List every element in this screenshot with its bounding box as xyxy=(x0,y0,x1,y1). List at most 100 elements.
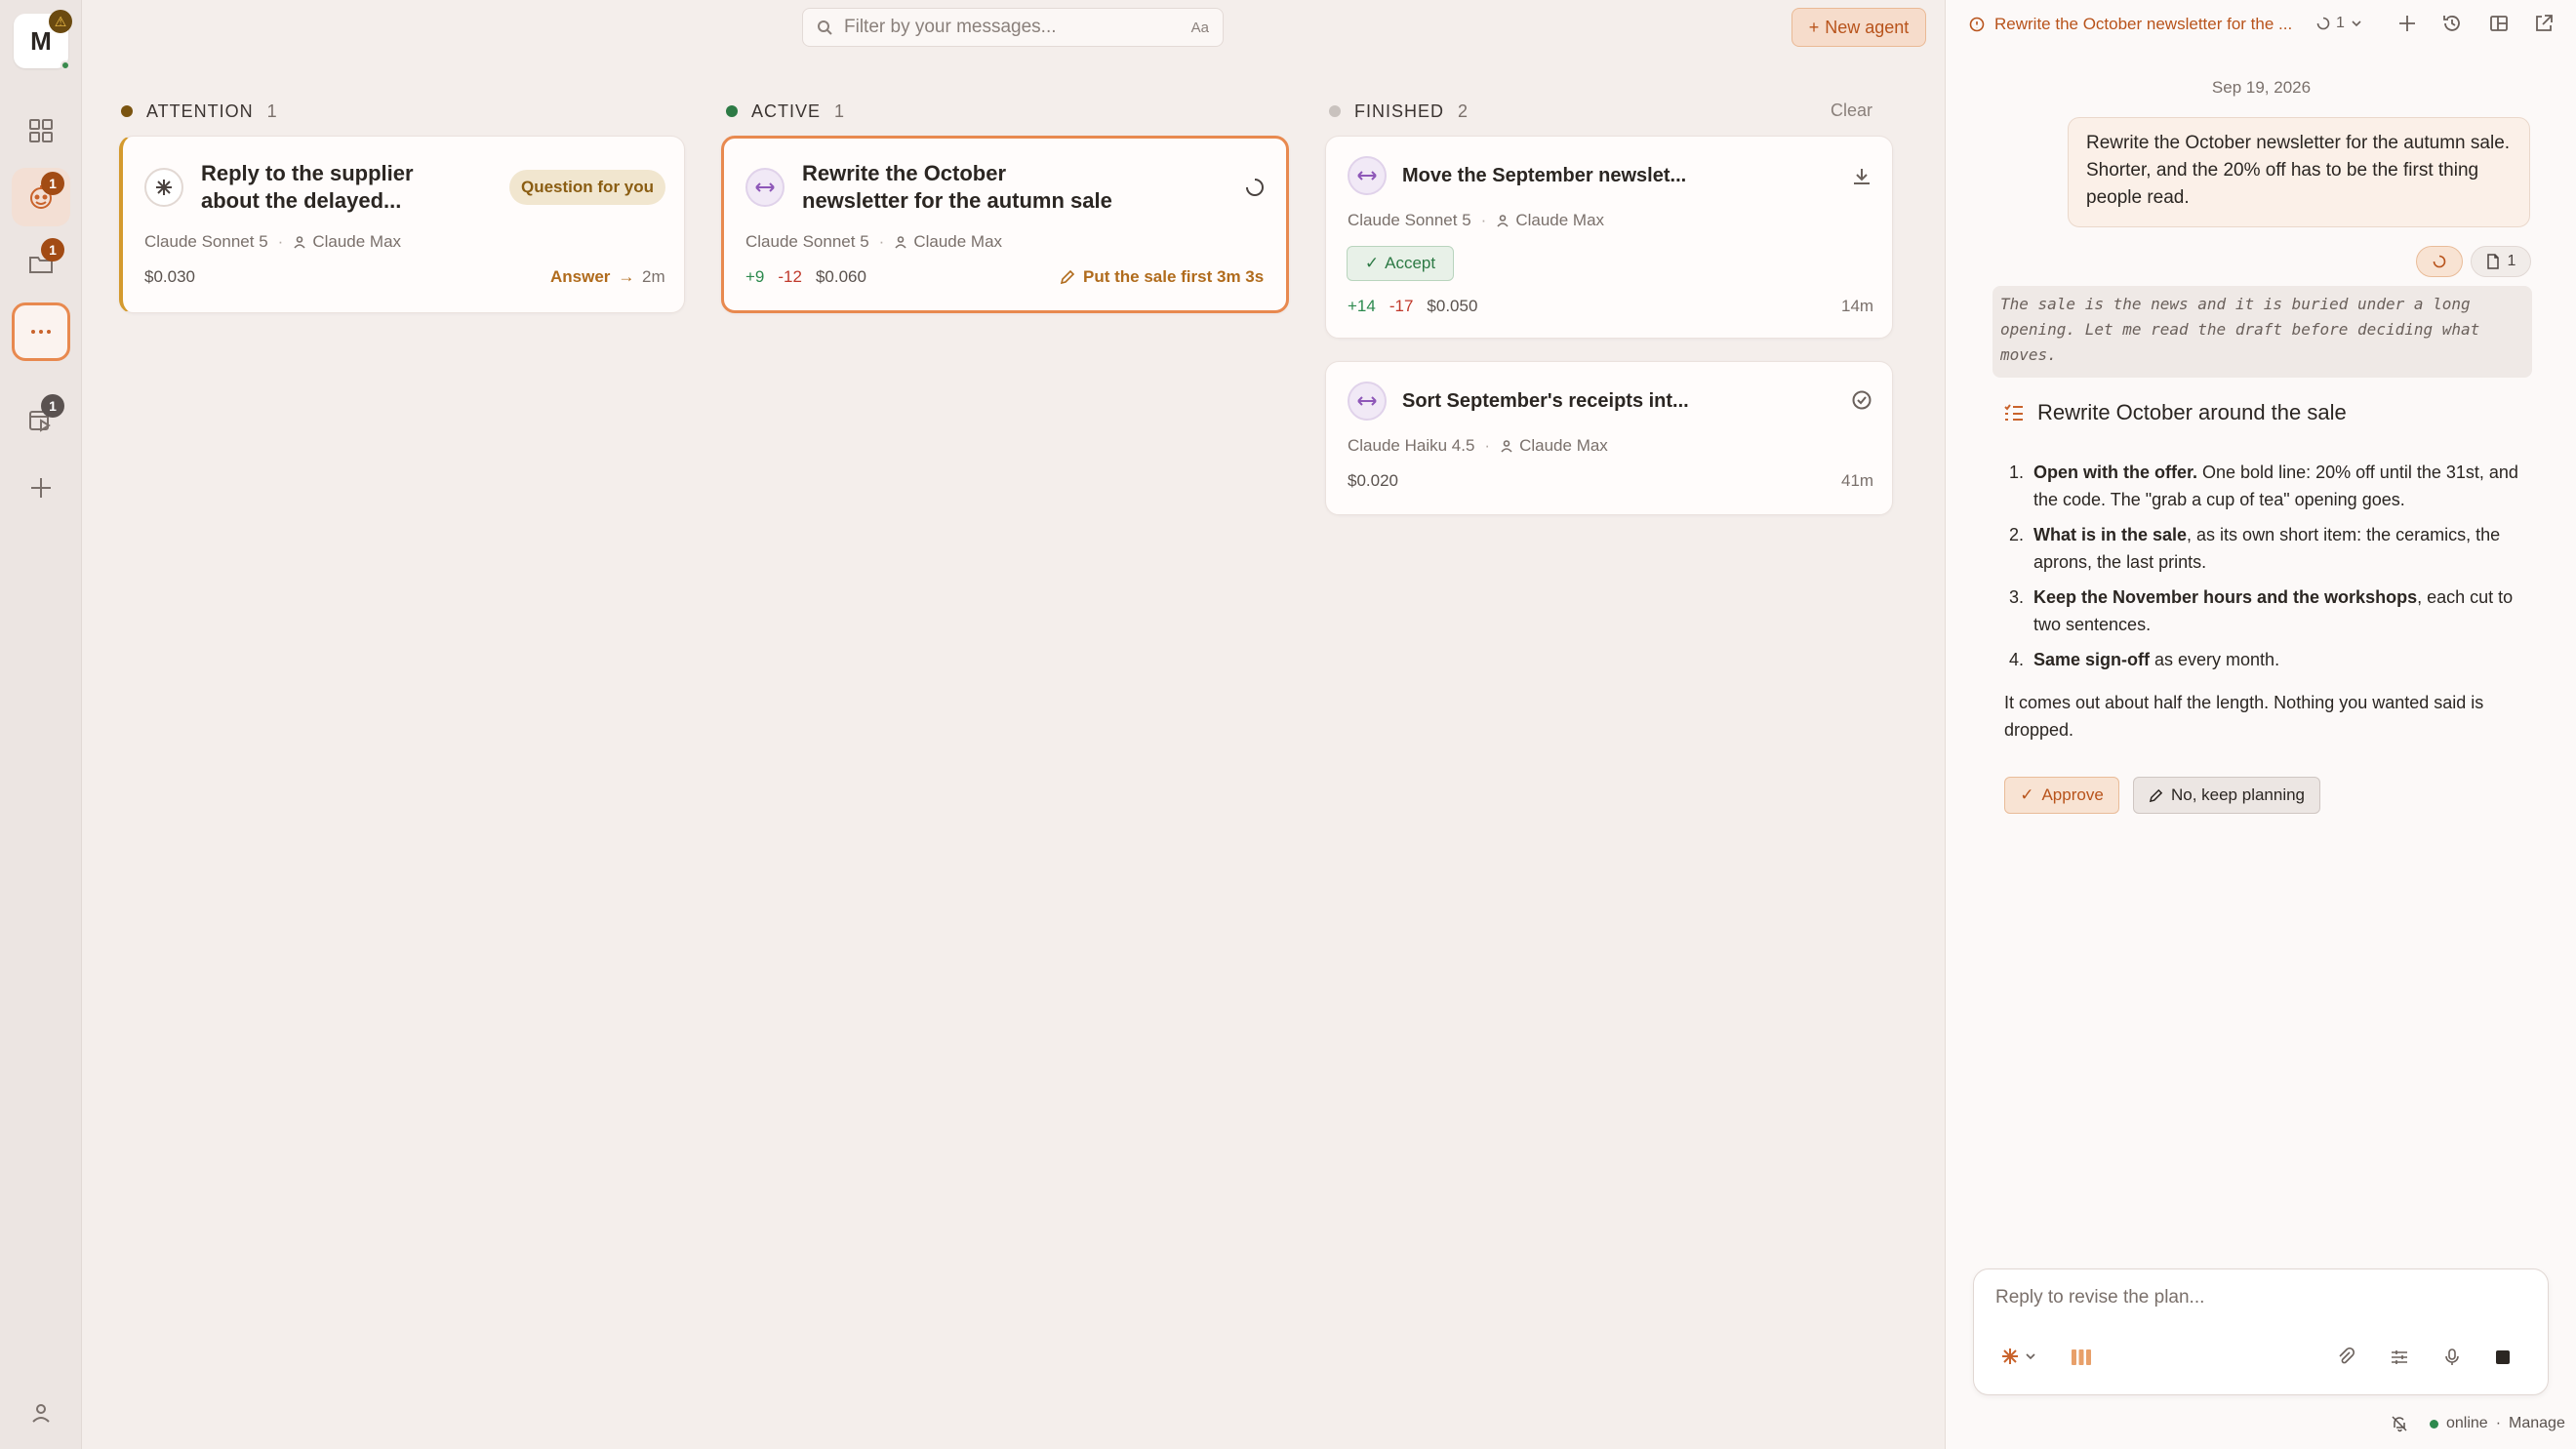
finished-dot xyxy=(1329,105,1341,117)
files-button[interactable]: 1 xyxy=(12,234,70,293)
card-diffstat: +9 -12 $0.060 xyxy=(745,267,866,286)
reply-input[interactable] xyxy=(1995,1287,2522,1320)
grid-icon xyxy=(29,119,53,142)
person-icon xyxy=(895,236,906,249)
more-button[interactable] xyxy=(12,302,70,361)
arrows-horizontal-icon xyxy=(1357,396,1377,406)
loading-spinner-icon xyxy=(1246,179,1264,196)
connection-status: online · Manage xyxy=(2391,1415,2565,1432)
queue-button[interactable]: 1 xyxy=(12,390,70,449)
agent-status-icon xyxy=(1348,156,1387,195)
plus-icon[interactable] xyxy=(2396,13,2418,34)
arrow-right-icon: → xyxy=(618,267,635,286)
active-column-header: ACTIVE 1 xyxy=(726,98,844,125)
agents-button[interactable]: 1 xyxy=(12,168,70,226)
download-icon[interactable] xyxy=(1851,166,1872,187)
agent-status-icon xyxy=(144,168,183,207)
effort-bars-icon[interactable] xyxy=(2070,1348,2093,1367)
new-agent-button[interactable]: + New agent xyxy=(1791,8,1926,47)
run-selector[interactable]: 1 xyxy=(2316,15,2362,32)
conversation-panel: Rewrite the October newsletter for the .… xyxy=(1945,0,2576,1449)
attention-dot xyxy=(121,105,133,117)
attention-count: 1 xyxy=(266,101,277,121)
finished-column-header: FINISHED 2 xyxy=(1329,98,1468,125)
card-title: Reply to the supplier about the delayed.… xyxy=(201,161,414,213)
agent-card-newsletter[interactable]: Rewrite the October newsletter for the a… xyxy=(721,136,1289,313)
person-icon xyxy=(1501,440,1512,453)
layout-icon[interactable] xyxy=(2488,13,2510,34)
left-rail: M ⚠ 1 1 1 xyxy=(0,0,82,1449)
plan-title: Rewrite October around the sale xyxy=(2037,400,2347,424)
card-meta: Claude Sonnet 5 · Claude Max xyxy=(1348,211,1605,230)
spinner-icon xyxy=(2316,17,2330,30)
manage-link[interactable]: Manage xyxy=(2509,1415,2565,1432)
keep-planning-button[interactable]: No, keep planning xyxy=(2133,777,2320,814)
card-meta: Claude Sonnet 5 · Claude Max xyxy=(745,232,1003,251)
answer-link[interactable]: Answer → xyxy=(550,267,634,287)
agents-badge: 1 xyxy=(41,172,64,195)
stop-icon[interactable] xyxy=(2493,1348,2513,1367)
person-icon xyxy=(294,236,305,249)
user-avatar[interactable]: M ⚠ xyxy=(14,10,72,70)
queue-badge: 1 xyxy=(41,394,64,418)
sparkle-icon xyxy=(2002,1348,2018,1364)
files-pill[interactable]: 1 xyxy=(2471,246,2531,277)
history-icon[interactable] xyxy=(2441,13,2463,34)
account-button[interactable] xyxy=(12,1384,70,1442)
card-diffstat: +14 -17 $0.050 xyxy=(1348,297,1478,315)
chevron-down-icon xyxy=(2026,1353,2035,1360)
add-workspace-button[interactable] xyxy=(12,459,70,517)
agent-card-receipts[interactable]: Sort September's receipts int... Claude … xyxy=(1325,361,1893,515)
pencil-icon xyxy=(2149,788,2163,802)
match-case-toggle[interactable]: Aa xyxy=(1191,20,1209,36)
search-input[interactable] xyxy=(844,17,1191,38)
card-title: Move the September newslet... xyxy=(1402,165,1687,186)
thinking-text: The sale is the news and it is buried un… xyxy=(1992,286,2532,378)
elapsed-time: 2m xyxy=(642,267,665,286)
card-meta: Claude Sonnet 5 · Claude Max xyxy=(144,232,402,251)
arrows-horizontal-icon xyxy=(755,182,775,192)
model-name: Claude Sonnet 5 xyxy=(144,232,268,251)
files-badge: 1 xyxy=(41,238,64,262)
agent-card-supplier[interactable]: Reply to the supplier about the delayed.… xyxy=(119,136,685,313)
card-cost: $0.030 xyxy=(144,267,195,286)
elapsed-time: 14m xyxy=(1841,297,1874,315)
question-badge[interactable]: Question for you xyxy=(509,170,665,205)
settings-sliders-icon[interactable] xyxy=(2390,1348,2409,1367)
bell-off-icon[interactable] xyxy=(2391,1415,2408,1432)
model-picker[interactable] xyxy=(2001,1348,2036,1365)
plan-item: 1. Open with the offer. One bold line: 2… xyxy=(2008,463,2518,509)
panel-title[interactable]: Rewrite the October newsletter for the .… xyxy=(1969,15,2292,34)
conversation-date: Sep 19, 2026 xyxy=(2211,78,2312,97)
info-circle-icon xyxy=(1969,17,1985,32)
plan-item: 4. Same sign-off as every month. xyxy=(2008,650,2280,669)
person-icon xyxy=(32,1404,50,1423)
spinner-icon xyxy=(2433,255,2446,268)
clear-finished-button[interactable]: Clear xyxy=(1831,101,1872,121)
plus-icon xyxy=(31,478,51,498)
account: Claude Max xyxy=(1496,211,1604,230)
card-title: Rewrite the October newsletter for the a… xyxy=(802,161,1112,213)
agent-card-september[interactable]: Move the September newslet... Claude Son… xyxy=(1325,136,1893,339)
active-label: ACTIVE xyxy=(751,101,822,121)
warning-icon: ⚠ xyxy=(49,10,72,33)
approve-button[interactable]: ✓ Approve xyxy=(2004,777,2119,814)
thinking-pill[interactable] xyxy=(2416,246,2463,277)
accept-button[interactable]: ✓ Accept xyxy=(1347,246,1454,281)
plan-list: 1. Open with the offer. One bold line: 2… xyxy=(2004,459,2531,681)
check-icon: ✓ xyxy=(1364,254,1380,272)
check-circle-icon xyxy=(1852,390,1872,410)
dashboard-button[interactable] xyxy=(12,101,70,160)
asterisk-icon xyxy=(156,180,172,195)
agent-status-icon xyxy=(745,168,785,207)
check-icon: ✓ xyxy=(2020,785,2034,804)
message-filter: Aa xyxy=(802,8,1224,47)
person-icon xyxy=(1497,215,1509,227)
external-link-icon[interactable] xyxy=(2533,13,2555,34)
card-cost: $0.020 xyxy=(1348,471,1398,490)
attention-column-header: ATTENTION 1 xyxy=(121,98,277,125)
new-agent-label: New agent xyxy=(1825,17,1910,37)
list-icon xyxy=(2004,404,2023,421)
microphone-icon[interactable] xyxy=(2442,1348,2462,1367)
attach-icon[interactable] xyxy=(2337,1348,2356,1367)
